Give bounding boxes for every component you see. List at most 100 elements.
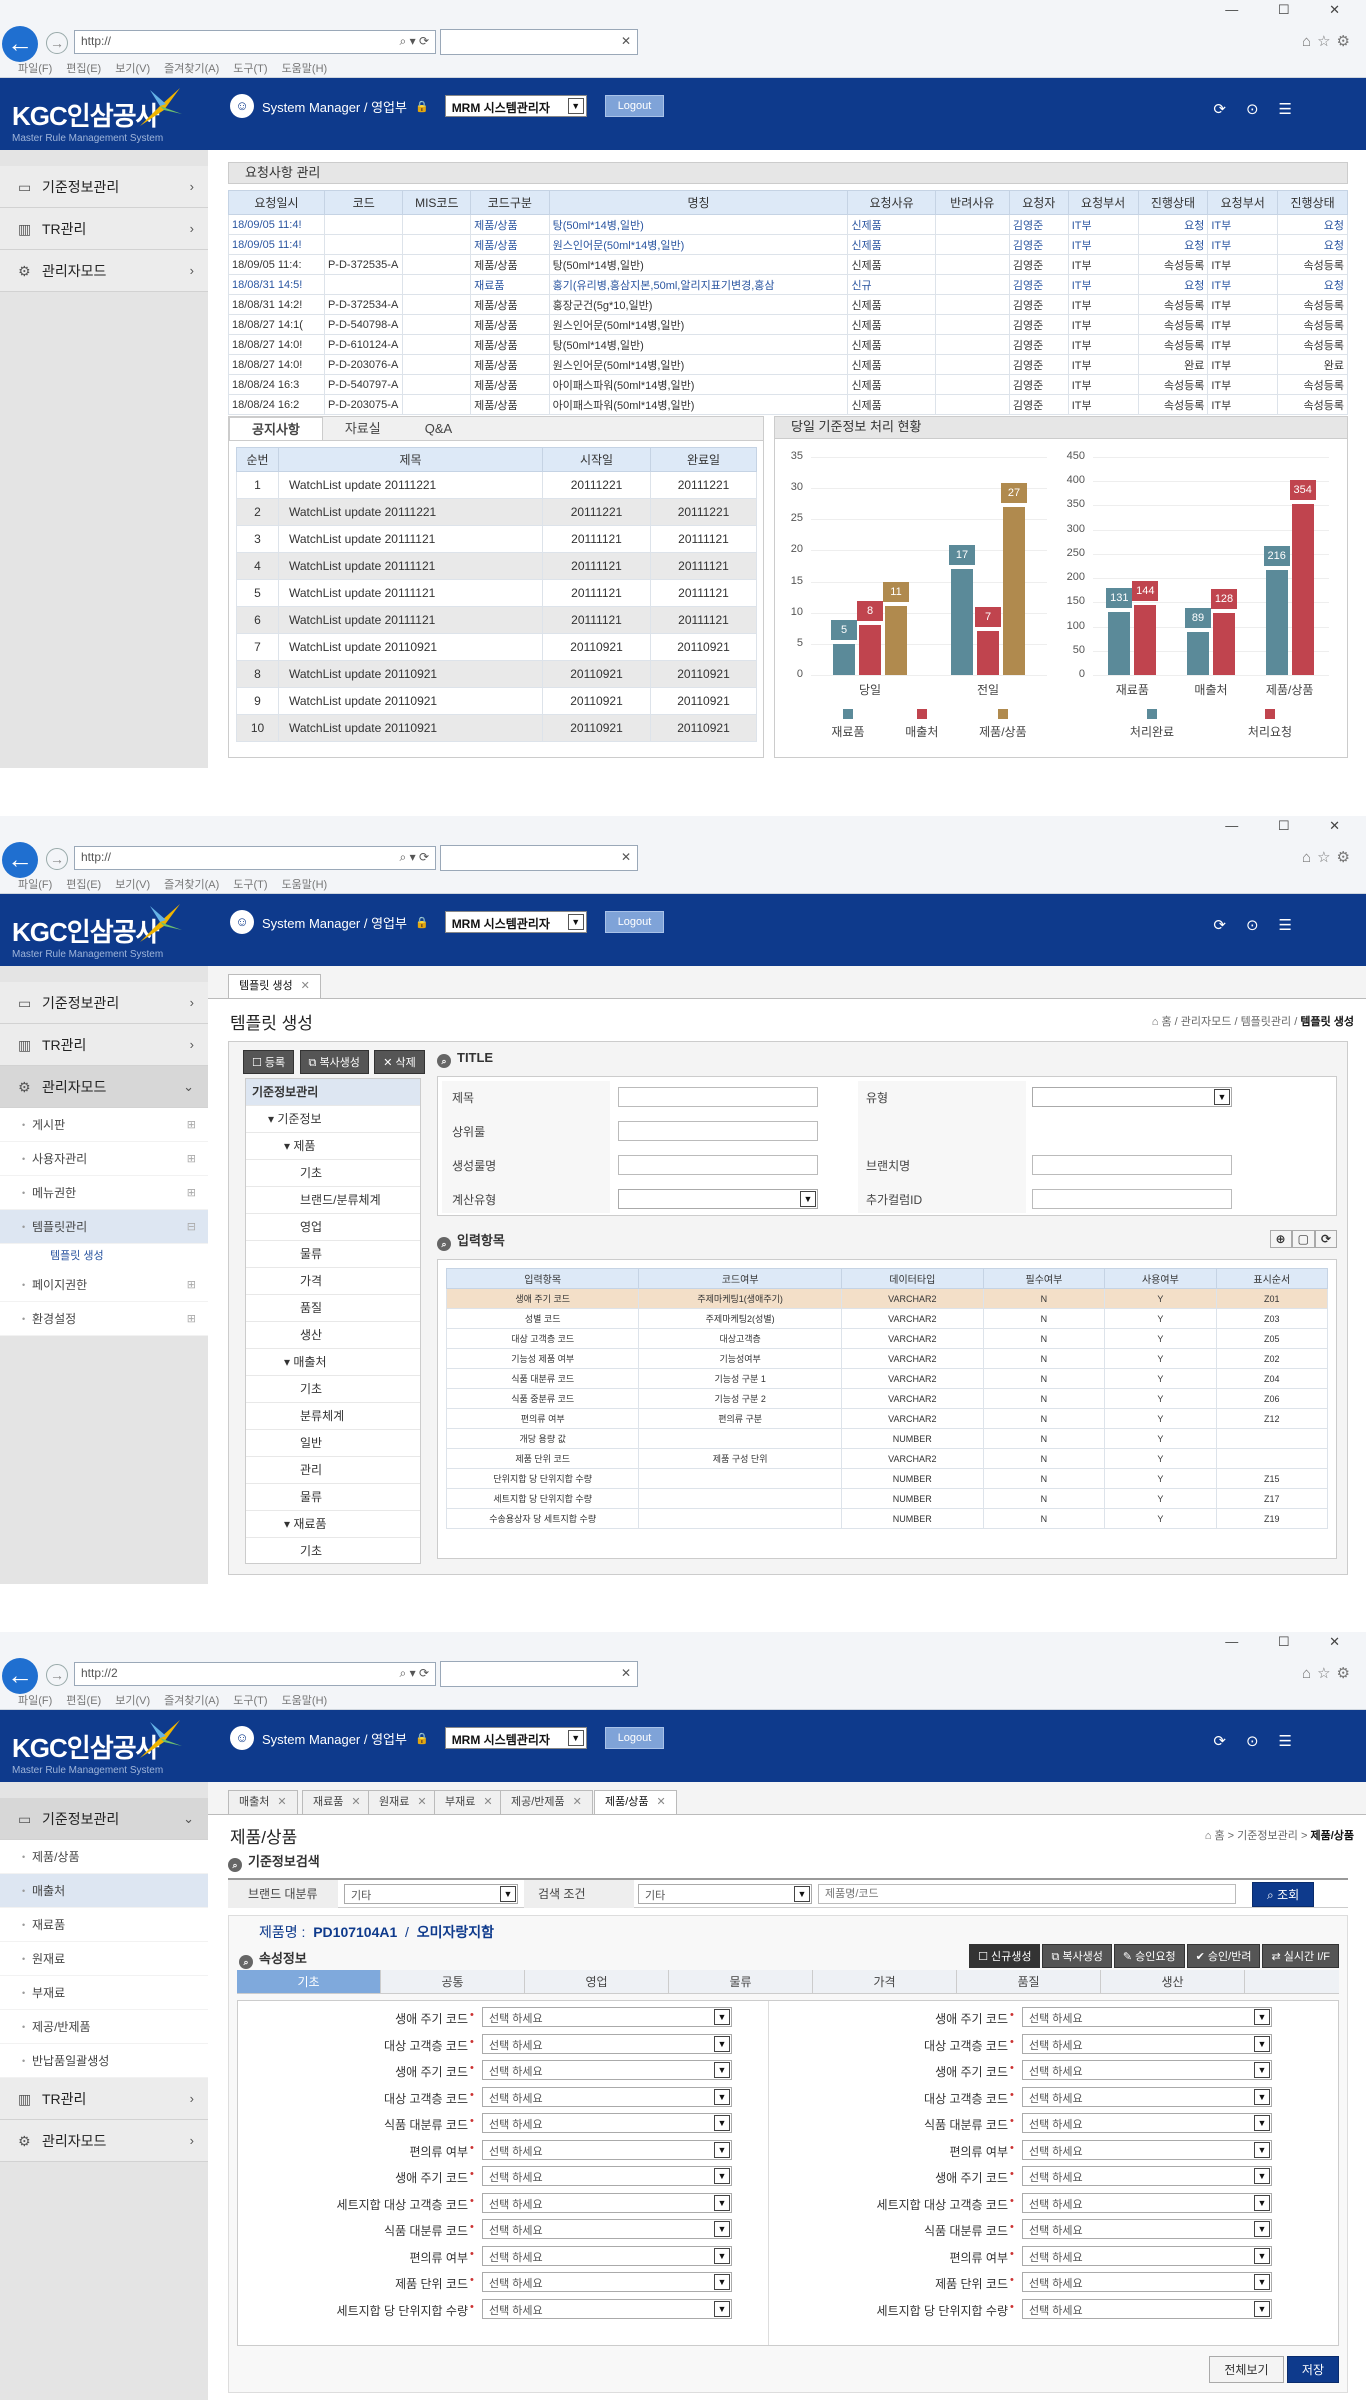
table-row[interactable]: 2 WatchList update 20111221 20111221 201112… [236,498,757,526]
search-input[interactable] [818,1884,1236,1904]
address-bar[interactable]: http://2 ⌕ ▾ ⟳ [74,1662,436,1686]
field-select[interactable]: 선택 하세요 ▼ [1022,2139,1272,2160]
column-header[interactable]: 명칭 [548,190,849,215]
browser-menu-item[interactable]: 보기(V) [115,63,150,75]
table-row[interactable]: 18/09/05 11:4! 제품/상품 원스인어문(50ml*14병,일반) 신제품… [228,234,1348,255]
browser-menu-item[interactable]: 즐겨찾기(A) [164,63,219,75]
forward-icon[interactable]: → [46,32,68,54]
table-row[interactable]: 7 WatchList update 20110921 20110921 201109… [236,633,757,661]
window-controls[interactable]: — ☐ ✕ [1225,818,1358,834]
close-icon[interactable]: ✕ [277,1796,286,1808]
tree-node[interactable]: ▾ 재료품 [246,1511,420,1538]
tree-node[interactable]: 분류체계 [246,1403,420,1430]
tree-node[interactable]: 생산 [246,1322,420,1349]
browser-menu-item[interactable]: 도움말(H) [282,63,328,75]
close-icon[interactable]: ✕ [657,1796,666,1808]
column-header[interactable]: 요청사유 [847,190,936,215]
browser-menu-item[interactable]: 즐겨찾기(A) [164,1695,219,1707]
attr-tab[interactable]: 물류 [669,1970,813,1993]
tree-node[interactable]: 품질 [246,1295,420,1322]
sidebar-item-master-data[interactable]: ▭ 기준정보관리 ⌄ [0,1798,208,1840]
sidebar-sub-item[interactable]: 부재료 [0,1976,208,2010]
browser-menubar[interactable]: 파일(F) 편집(E) 보기(V) 즐겨찾기(A) 도구(T) 도움말(H) [0,874,1366,894]
column-header[interactable]: 코드 [323,190,404,215]
field-select[interactable]: 선택 하세요 ▼ [1022,2219,1272,2239]
column-header[interactable]: 요청부서 [1067,190,1139,215]
browser-tab[interactable]: ✕ [440,1661,638,1687]
field-select[interactable]: 선택 하세요 ▼ [1022,2245,1272,2266]
table-row[interactable]: 18/08/31 14:2! P-D-372534-A 제품/상품 홍장군건(5g*1… [228,294,1348,315]
search-icon[interactable]: ⌕ ▾ ⟳ [400,850,429,865]
sidebar-item-admin[interactable]: ⚙ 관리자모드 › [0,2120,208,2162]
sidebar-sub-page-auth[interactable]: 페이지권한⊞ [0,1268,208,1302]
column-header[interactable]: 요청부서 [1207,190,1279,215]
grid-tool-icons[interactable]: ⊕ ▢ ⟳ [1269,1230,1337,1248]
bar[interactable] [1265,570,1288,675]
field-select[interactable]: 선택 하세요 ▼ [482,2272,732,2292]
browser-menubar[interactable]: 파일(F) 편집(E) 보기(V) 즐겨찾기(A) 도구(T) 도움말(H) [0,1690,1366,1710]
field-select[interactable]: 선택 하세요 ▼ [482,2060,732,2080]
field-select[interactable]: 선택 하세요 ▼ [1022,2033,1272,2054]
field-select[interactable]: 선택 하세요 ▼ [482,2113,732,2133]
extra-column-input[interactable] [1032,1189,1232,1209]
close-icon[interactable]: ✕ [573,1796,582,1808]
calc-type-select[interactable]: ▼ [618,1189,818,1209]
home-star-gear-icons[interactable]: ⌂☆⚙ [1302,32,1356,50]
browser-menu-item[interactable]: 도구(T) [233,1695,267,1707]
table-row[interactable]: 세트지합 당 단위지합 수량 NUMBER N Y Z17 [445,1488,1329,1509]
delete-button[interactable]: ✕ 삭제 [374,1050,425,1074]
back-icon[interactable]: ← [2,1658,38,1694]
title-input[interactable] [618,1087,818,1107]
table-row[interactable]: 18/08/24 16:3 P-D-540797-A 제품/상품 아이패스파워(50m… [228,374,1348,395]
close-icon[interactable]: ✕ [417,1796,426,1808]
back-icon[interactable]: ← [2,842,38,878]
type-select[interactable]: ▼ [1032,1087,1232,1107]
tree-root[interactable]: 기준정보관리 [246,1079,420,1106]
sidebar-item-tr[interactable]: ▥ TR관리 › [0,1024,208,1066]
header-tool-icons[interactable]: ⟳⊙☰ [1213,1732,1312,1750]
column-header[interactable]: 진행상태 [1137,190,1209,215]
tree-node[interactable]: ▾ 매출처 [246,1349,420,1376]
attr-tab[interactable]: 영업 [525,1970,669,1993]
browser-menu-item[interactable]: 도움말(H) [282,1695,328,1707]
table-row[interactable]: 편의류 여부 편의류 구분 VARCHAR2 N Y Z12 [445,1408,1329,1429]
header-tool-icons[interactable]: ⟳⊙☰ [1213,916,1312,934]
attr-tab[interactable]: 공통 [381,1970,525,1993]
close-icon[interactable]: ✕ [621,850,631,864]
tree-node[interactable]: 기초 [246,1160,420,1187]
sidebar-sub-item[interactable]: 원재료 [0,1942,208,1976]
close-icon[interactable]: ✕ [301,980,310,992]
doc-tab[interactable]: 제공/반제품 ✕ [500,1790,593,1814]
sidebar-item-master-data[interactable]: ▭ 기준정보관리 › [0,982,208,1024]
field-select[interactable]: 선택 하세요 ▼ [482,2298,732,2319]
bar[interactable] [977,631,999,675]
doc-tab[interactable]: 원재료 ✕ [368,1790,438,1814]
sidebar-sub-item[interactable]: 제품/상품 [0,1840,208,1874]
search-icon[interactable]: ⌕ ▾ ⟳ [400,34,429,49]
browser-menu-item[interactable]: 도구(T) [233,879,267,891]
attr-tab[interactable]: 품질 [957,1970,1101,1993]
sidebar-item-tr[interactable]: ▥ TR관리 › [0,2078,208,2120]
logout-button[interactable]: Logout [604,1727,665,1749]
bar[interactable] [1134,605,1157,675]
browser-menu-item[interactable]: 편집(E) [66,879,101,891]
window-controls[interactable]: — ☐ ✕ [1225,2,1358,18]
table-row[interactable]: 18/08/27 14:0! P-D-610124-A 제품/상품 탕(50ml*14… [228,334,1348,355]
field-select[interactable]: 선택 하세요 ▼ [482,2007,732,2027]
browser-menu-item[interactable]: 도구(T) [233,63,267,75]
logout-button[interactable]: Logout [604,95,665,117]
browser-tab[interactable]: ✕ [440,845,638,871]
tree-node[interactable]: 영업 [246,1214,420,1241]
table-row[interactable]: 6 WatchList update 20111121 20111121 201111… [236,606,757,634]
table-row[interactable]: 18/08/27 14:0! P-D-203076-A 제품/상품 원스인어문(50m… [228,354,1348,375]
sidebar-sub-template[interactable]: 템플릿관리⊟ [0,1210,208,1244]
logout-button[interactable]: Logout [604,911,665,933]
doc-tab[interactable]: 재료품 ✕ [302,1790,372,1814]
notice-tab[interactable]: 공지사항 [229,417,323,440]
close-icon[interactable]: ✕ [621,34,631,48]
field-select[interactable]: 선택 하세요 ▼ [1022,2086,1272,2107]
bar[interactable] [1291,503,1314,675]
close-icon[interactable]: ✕ [621,1666,631,1680]
brand-select[interactable]: 기타 ▼ [344,1884,518,1904]
table-row[interactable]: 18/09/05 11:4! 제품/상품 탕(50ml*14병,일반) 신제품 김영준 I… [228,214,1348,235]
